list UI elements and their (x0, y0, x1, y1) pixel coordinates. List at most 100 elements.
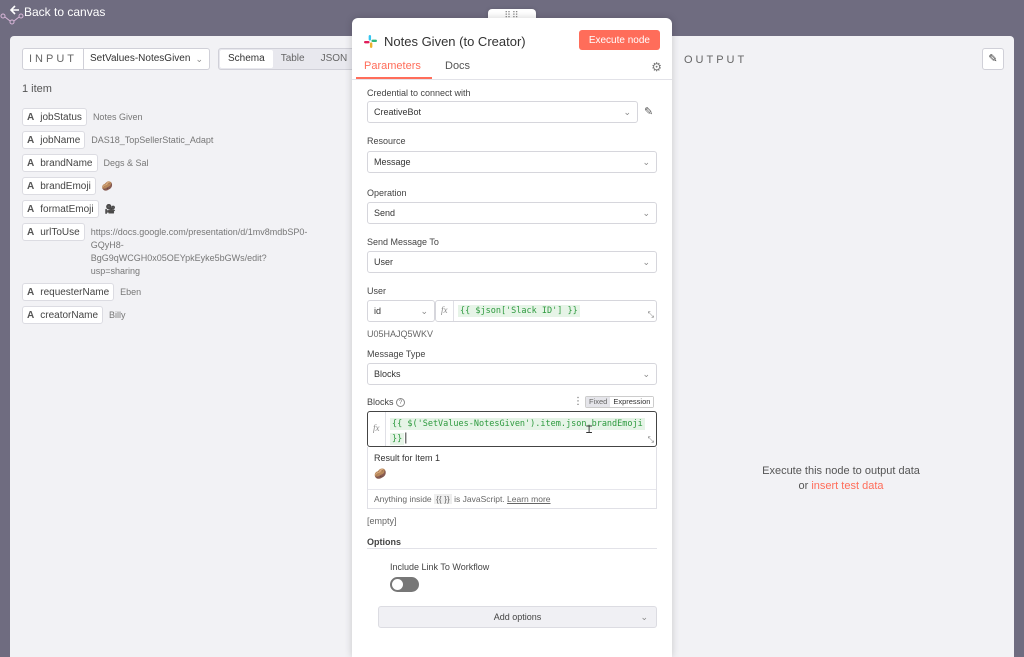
user-mode-select[interactable]: id ⌄ (367, 300, 435, 322)
tab-parameters[interactable]: Parameters (364, 60, 421, 72)
field-name: urlToUse (40, 226, 80, 238)
schema-field-pill[interactable]: AjobName (22, 131, 86, 149)
schema-field-row: AurlToUse https://docs.google.com/present… (22, 223, 342, 278)
field-name: brandName (40, 157, 93, 169)
field-value: https://docs.google.com/presentation/d/1… (90, 227, 308, 276)
schema-field-row: ArequesterName Eben (22, 283, 342, 301)
schema-field-pill[interactable]: AbrandName (22, 154, 98, 172)
chevron-down-icon: ⌄ (642, 257, 650, 267)
insert-test-data-link[interactable]: insert test data (811, 480, 883, 492)
message-type-select[interactable]: Blocks ⌄ (367, 363, 657, 385)
user-expression-input[interactable]: fx {{ $json['Slack ID'] }} ⤡ (435, 300, 657, 322)
resource-value: Message (374, 157, 411, 167)
execute-node-button[interactable]: Execute node (578, 30, 660, 50)
field-value: Eben (120, 287, 142, 297)
output-panel-title: OUTPUT (684, 54, 748, 66)
schema-field-pill[interactable]: AjobStatus (22, 108, 87, 126)
hint-prefix: Anything inside (374, 494, 432, 504)
help-icon[interactable]: ? (396, 398, 406, 408)
pencil-icon[interactable]: ✎ (644, 105, 653, 118)
output-panel: OUTPUT ✎ Execute this node to output dat… (668, 36, 1014, 657)
string-type-icon: A (27, 180, 35, 192)
schema-field-row: AjobStatus Notes Given (22, 108, 342, 126)
chevron-down-icon: ⌄ (640, 612, 648, 622)
node-title[interactable]: Notes Given (to Creator) (384, 34, 526, 49)
schema-field-pill[interactable]: AurlToUse (22, 223, 85, 241)
send-to-select[interactable]: User ⌄ (367, 251, 657, 273)
input-bar: INPUT SetValues-NotesGiven ⌄ Schema Tabl… (22, 48, 358, 70)
function-icon: fx (441, 305, 448, 315)
chevron-down-icon: ⌄ (642, 369, 650, 379)
credential-select[interactable]: CreativeBot ⌄ (367, 101, 638, 123)
user-mode-value: id (374, 306, 382, 316)
message-type-label: Message Type (367, 349, 426, 359)
fixed-expression-toggle[interactable]: Fixed Expression (585, 396, 655, 408)
input-node-name: SetValues-NotesGiven (90, 53, 191, 64)
string-type-icon: A (27, 309, 35, 321)
schema-field-row: AbrandEmoji 🥔 (22, 177, 342, 195)
user-expression-text: {{ $json['Slack ID'] }} (458, 305, 580, 317)
string-type-icon: A (27, 134, 35, 146)
field-value: DAS18_TopSellerStatic_Adapt (91, 135, 214, 145)
user-label: User (367, 286, 387, 296)
hint-suffix: is JavaScript. (454, 494, 505, 504)
blocks-expression-line2: }} (390, 433, 405, 445)
message-type-value: Blocks (374, 369, 401, 379)
more-options-icon[interactable]: ⋮ (573, 396, 583, 407)
result-label: Result for Item 1 (374, 453, 441, 463)
expand-icon[interactable]: ⤡ (648, 310, 654, 320)
tab-schema[interactable]: Schema (220, 50, 273, 68)
resource-select[interactable]: Message ⌄ (367, 151, 657, 173)
field-value: 🥔 (101, 181, 114, 191)
input-panel: INPUT SetValues-NotesGiven ⌄ Schema Tabl… (10, 36, 358, 657)
learn-more-link[interactable]: Learn more (507, 494, 550, 504)
input-node-select[interactable]: SetValues-NotesGiven ⌄ (84, 48, 210, 70)
output-empty-message: Execute this node to output data or inse… (668, 464, 1014, 494)
schema-field-pill[interactable]: AformatEmoji (22, 200, 99, 218)
toggle-expression[interactable]: Expression (610, 397, 654, 407)
tab-table[interactable]: Table (273, 50, 313, 68)
credential-label: Credential to connect with (367, 88, 471, 98)
chevron-down-icon: ⌄ (195, 54, 203, 64)
operation-select[interactable]: Send ⌄ (367, 202, 657, 224)
send-to-value: User (374, 257, 394, 267)
tab-docs[interactable]: Docs (445, 60, 470, 72)
options-divider (367, 548, 657, 549)
schema-field-list: AjobStatus Notes Given AjobName DAS18_TopSe… (22, 108, 342, 329)
credential-value: CreativeBot (374, 107, 422, 117)
string-type-icon: A (27, 157, 35, 169)
text-cursor-icon: Ꮖ (586, 425, 593, 436)
schema-field-row: AbrandName Degs & Sal (22, 154, 342, 172)
schema-field-row: AjobName DAS18_TopSellerStatic_Adapt (22, 131, 342, 149)
blocks-expression-input[interactable]: fx {{ $('SetValues-NotesGiven').item.jso… (367, 411, 657, 447)
slack-icon (364, 34, 377, 48)
schema-field-pill[interactable]: ArequesterName (22, 283, 115, 301)
schema-field-row: AcreatorName Billy (22, 306, 342, 324)
schema-field-pill[interactable]: AbrandEmoji (22, 177, 96, 195)
edit-output-button[interactable]: ✎ (982, 48, 1004, 70)
back-to-canvas-label: Back to canvas (24, 4, 106, 19)
field-name: jobStatus (40, 111, 82, 123)
parameter-tabs: Parameters Docs ⚙ (352, 58, 672, 80)
string-type-icon: A (27, 203, 35, 215)
expand-icon[interactable]: ⤡ (648, 435, 654, 445)
field-name: creatorName (40, 309, 99, 321)
add-options-button[interactable]: Add options ⌄ (378, 606, 657, 628)
add-options-label: Add options (493, 612, 542, 622)
field-name: brandEmoji (40, 180, 91, 192)
tab-json[interactable]: JSON (313, 50, 356, 68)
active-tab-indicator (356, 77, 432, 79)
chevron-down-icon: ⌄ (623, 107, 631, 117)
output-message-or: or (798, 480, 809, 492)
blocks-label: Blocks ? (367, 397, 406, 408)
schema-field-pill[interactable]: AcreatorName (22, 306, 104, 324)
field-name: requesterName (40, 286, 110, 298)
gear-icon[interactable]: ⚙ (651, 60, 662, 74)
chevron-down-icon: ⌄ (642, 157, 650, 167)
field-value: Billy (109, 310, 126, 320)
include-link-toggle[interactable] (390, 577, 419, 592)
hint-braces: {{ }} (434, 494, 452, 504)
string-type-icon: A (27, 226, 35, 238)
toggle-fixed[interactable]: Fixed (586, 397, 611, 407)
node-header: Notes Given (to Creator) Execute node (364, 30, 660, 52)
